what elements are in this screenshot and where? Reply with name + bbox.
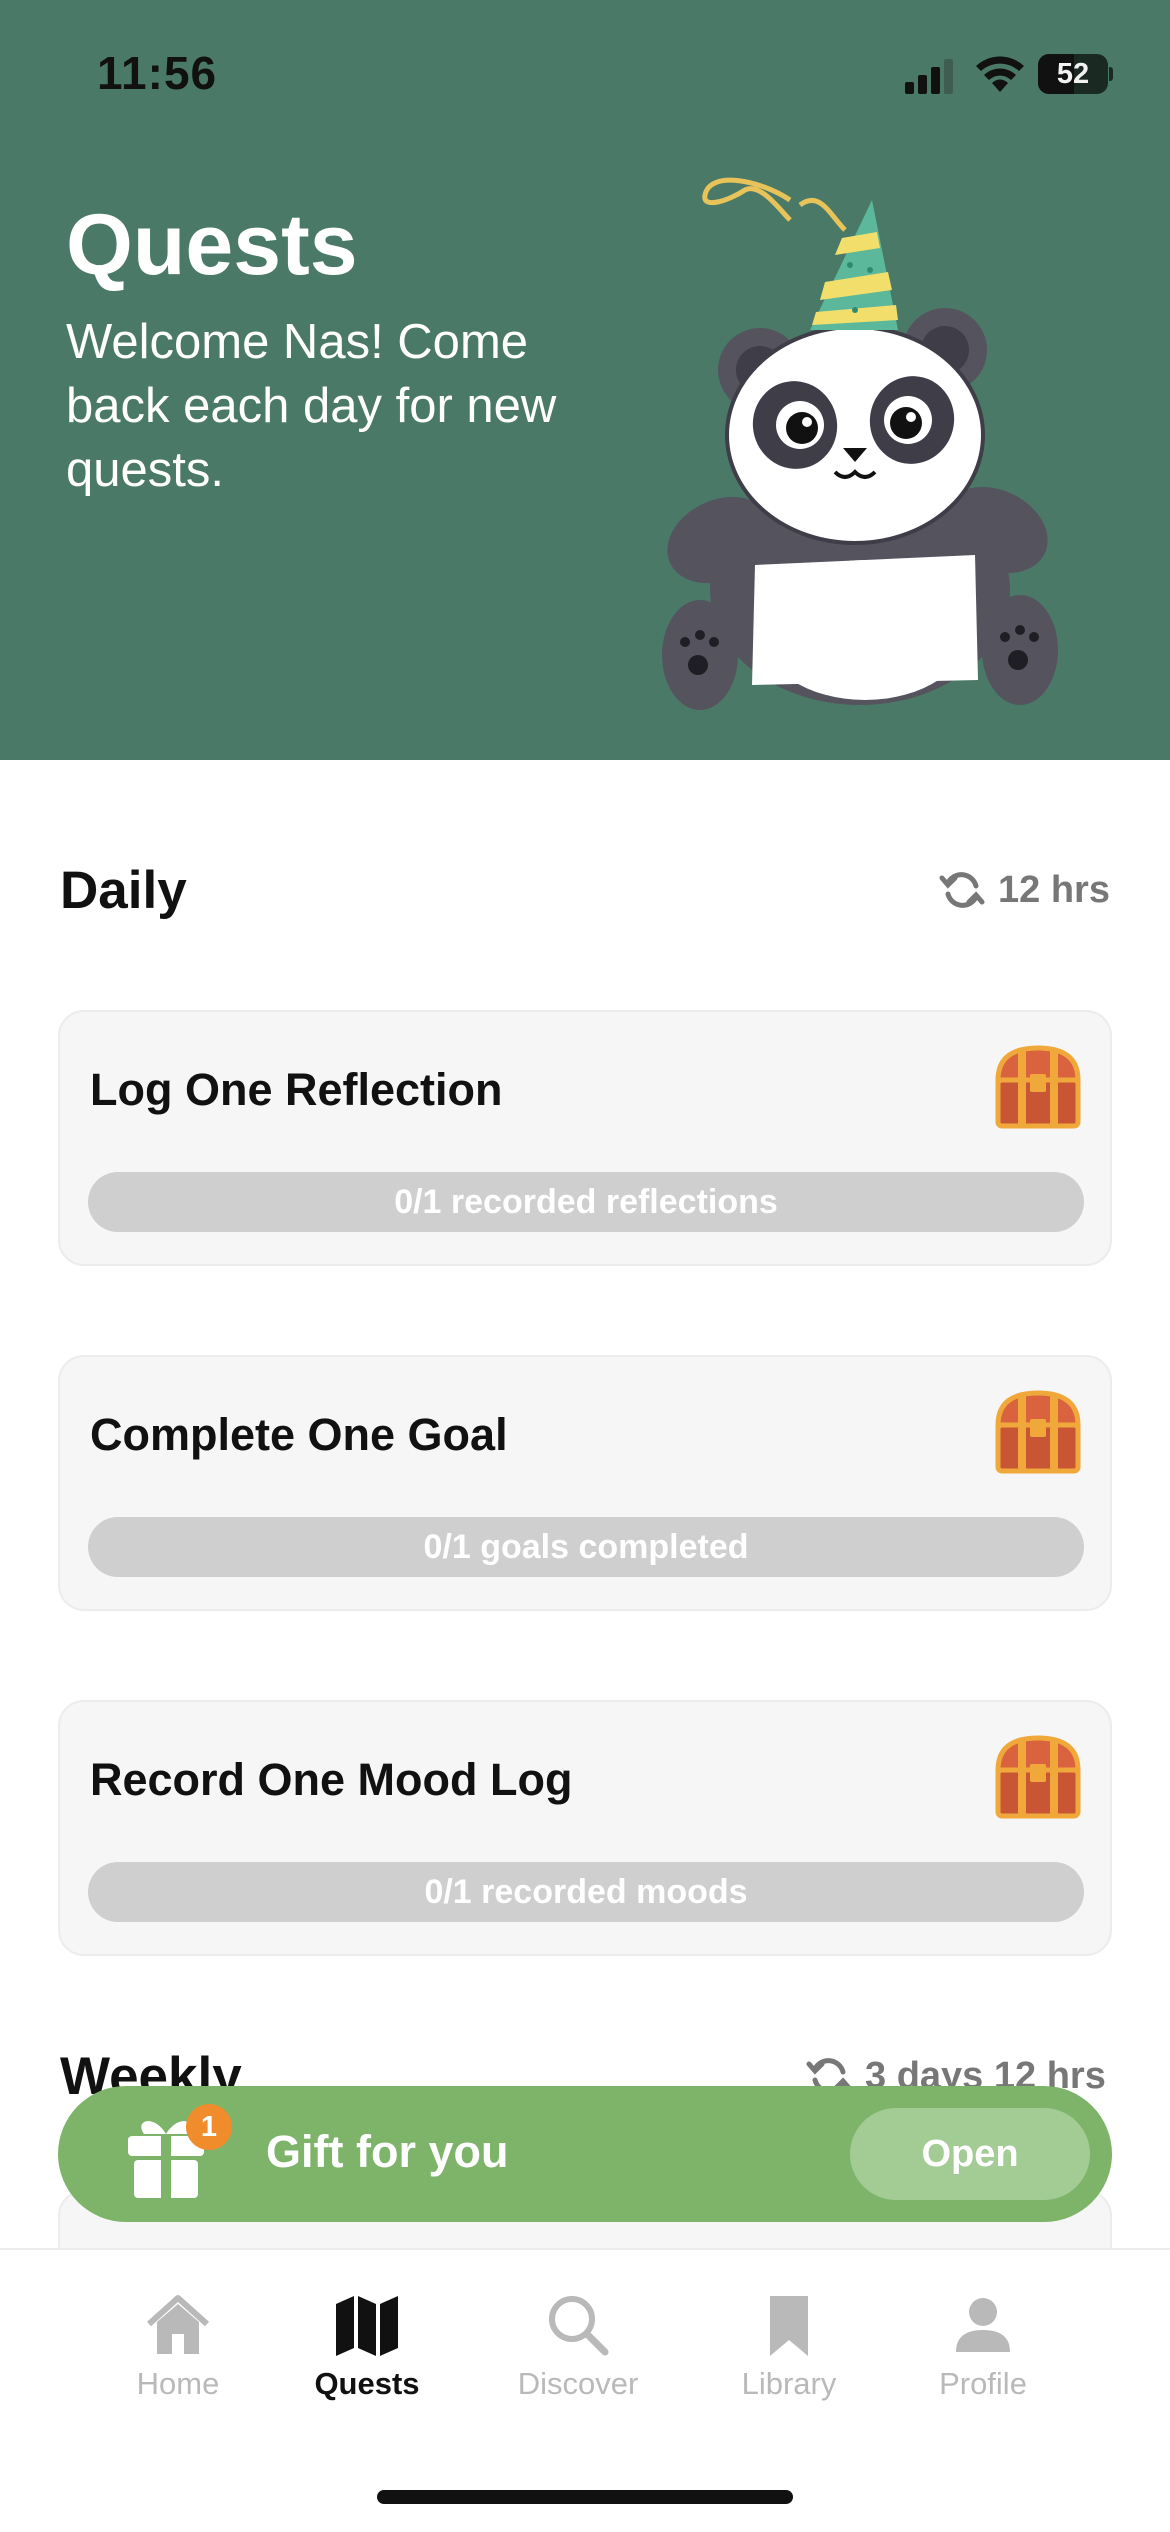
search-icon <box>549 2296 609 2356</box>
gift-label: Gift for you <box>266 2126 509 2177</box>
tab-label: Quests <box>314 2366 420 2401</box>
quest-progress-label: 0/1 recorded reflections <box>394 1183 778 1221</box>
status-bar: 11:56 52 <box>0 0 1170 150</box>
quest-progress-label: 0/1 recorded moods <box>424 1873 748 1911</box>
home-icon <box>146 2295 210 2354</box>
quest-card[interactable]: Log One Reflection 0/1 recorded reflecti… <box>58 1010 1112 1266</box>
quest-progress-bar: 0/1 recorded reflections <box>88 1172 1084 1232</box>
tab-profile[interactable]: Profile <box>893 2290 1073 2402</box>
tab-label: Library <box>741 2366 837 2401</box>
tab-quests[interactable]: Quests <box>277 2290 457 2402</box>
bookmark-icon <box>770 2296 808 2356</box>
page-subtitle: Welcome Nas! Come back each day for new … <box>66 315 557 497</box>
quest-title: Complete One Goal <box>90 1409 508 1460</box>
header: 11:56 52 Quests Welcome Nas! Come back e… <box>0 0 1170 760</box>
treasure-chest-icon <box>995 1390 1081 1474</box>
person-icon <box>956 2298 1010 2352</box>
quest-card[interactable]: Complete One Goal 0/1 goals completed <box>58 1355 1112 1611</box>
panda-party-hat-icon <box>662 177 1058 710</box>
battery-indicator: 52 <box>1038 54 1113 94</box>
treasure-chest-icon <box>995 1735 1081 1819</box>
tab-label: Home <box>136 2366 220 2401</box>
gift-badge: 1 <box>186 2104 232 2150</box>
refresh-icon <box>939 872 985 908</box>
gift-banner[interactable]: 1 Gift for you Open <box>58 2086 1112 2222</box>
wifi-icon <box>976 56 1024 92</box>
tab-home[interactable]: Home <box>88 2290 268 2402</box>
cellular-signal-icon <box>905 59 953 94</box>
tab-label: Profile <box>939 2366 1027 2401</box>
quest-card[interactable]: Record One Mood Log 0/1 recorded moods <box>58 1700 1112 1956</box>
map-icon <box>336 2296 398 2356</box>
quest-progress-bar: 0/1 recorded moods <box>88 1862 1084 1922</box>
daily-refresh-time: 12 hrs <box>998 868 1110 911</box>
quest-title: Log One Reflection <box>90 1064 503 1115</box>
daily-refresh-timer: 12 hrs <box>938 866 1110 914</box>
page-title: Quests <box>66 197 358 293</box>
tab-library[interactable]: Library <box>699 2290 879 2402</box>
home-indicator <box>377 2490 793 2504</box>
tab-label: Discover <box>517 2366 639 2401</box>
treasure-chest-icon <box>995 1045 1081 1129</box>
section-title-daily: Daily <box>60 861 187 920</box>
battery-percent: 52 <box>1056 58 1090 90</box>
status-time: 11:56 <box>97 47 218 99</box>
tab-discover[interactable]: Discover <box>488 2290 668 2402</box>
quest-progress-label: 0/1 goals completed <box>423 1528 749 1566</box>
quest-progress-bar: 0/1 goals completed <box>88 1517 1084 1577</box>
quest-title: Record One Mood Log <box>90 1754 573 1805</box>
open-gift-button[interactable]: Open <box>850 2108 1090 2200</box>
